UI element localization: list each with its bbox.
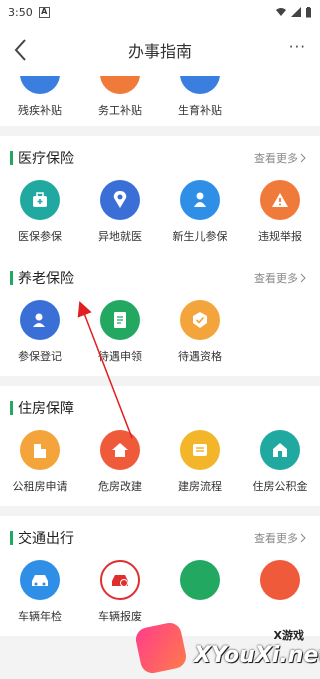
section-marker	[10, 151, 13, 165]
view-more-link[interactable]: 查看更多	[254, 270, 306, 286]
badge-check-icon	[180, 300, 220, 340]
medical-kit-icon	[20, 180, 60, 220]
car-alert-icon	[100, 560, 140, 600]
section-header: 交通出行 查看更多	[0, 516, 320, 560]
grid-item[interactable]: 违规举报	[240, 180, 320, 244]
view-more-label: 查看更多	[254, 272, 298, 285]
grid-item-label: 异地就医	[98, 230, 142, 243]
chevron-right-icon	[300, 273, 306, 283]
section-header: 养老保险 查看更多	[0, 256, 320, 300]
subsidy-grid: 残疾补贴 务工补贴 生育补贴	[0, 76, 240, 126]
grid-item-label: 住房公积金	[252, 480, 308, 493]
grid-item[interactable]: 公租房申请	[0, 430, 80, 494]
flow-icon	[180, 430, 220, 470]
building-icon	[20, 430, 60, 470]
more-menu-icon[interactable]: ···	[289, 38, 306, 56]
view-more-label: 查看更多	[254, 152, 298, 165]
watermark-big-text: XYouXi.net	[194, 643, 320, 668]
grid-item-label: 待遇申领	[98, 350, 142, 363]
newborn-icon	[180, 180, 220, 220]
grid-item-label: 车辆年检	[18, 610, 62, 623]
status-bar: 3:50 A	[0, 0, 320, 24]
section-marker	[10, 271, 13, 285]
section-grid: 公租房申请 危房改建 建房流程 住房公积金	[0, 430, 320, 506]
grid-item-label: 生育补贴	[178, 104, 222, 117]
register-icon	[20, 300, 60, 340]
chevron-right-icon	[300, 153, 306, 163]
traffic-icon	[260, 560, 300, 600]
signal-icon	[291, 7, 301, 17]
wifi-icon	[276, 8, 286, 16]
grid-item[interactable]: 务工补贴	[80, 76, 160, 118]
section-title: 医疗保险	[18, 151, 74, 167]
section-header: 医疗保险 查看更多	[0, 136, 320, 180]
grid-item-label: 残疾补贴	[18, 104, 62, 117]
status-time: 3:50	[8, 5, 33, 19]
section-medical: 医疗保险 查看更多 医保参保 异地就医 新生儿参保 违规举报	[0, 136, 320, 256]
grid-item-label: 参保登记	[18, 350, 62, 363]
section-title: 交通出行	[18, 531, 74, 547]
watermark-logo	[133, 620, 189, 676]
grid-item-label: 医保参保	[18, 230, 62, 243]
grid-item-label: 危房改建	[98, 480, 142, 493]
grid-item[interactable]: 残疾补贴	[0, 76, 80, 118]
grid-item[interactable]: 生育补贴	[160, 76, 240, 118]
grid-item-label: 建房流程	[178, 480, 222, 493]
app-screen: 3:50 A 办事指南 ··· 残疾补贴 务工补贴 生育补贴 医疗保险 查看更多…	[0, 0, 320, 679]
view-more-label: 查看更多	[254, 532, 298, 545]
nav-bar: 办事指南 ···	[0, 24, 320, 76]
work-icon	[100, 76, 140, 94]
house-icon	[100, 430, 140, 470]
section-housing: 住房保障 公租房申请 危房改建 建房流程 住房公积金	[0, 386, 320, 506]
house-fund-icon	[260, 430, 300, 470]
grid-item-label: 新生儿参保	[172, 230, 228, 243]
grid-item[interactable]: 住房公积金	[240, 430, 320, 494]
section-title: 养老保险	[18, 271, 74, 287]
disability-icon	[20, 76, 60, 94]
document-icon	[100, 300, 140, 340]
battery-icon	[306, 6, 311, 17]
subsidy-card: 残疾补贴 务工补贴 生育补贴	[0, 76, 320, 126]
view-more-link[interactable]: 查看更多	[254, 150, 306, 166]
grid-item-label: 待遇资格	[178, 350, 222, 363]
chevron-right-icon	[300, 533, 306, 543]
page-title: 办事指南	[127, 42, 192, 61]
section-header: 住房保障	[0, 386, 320, 430]
grid-item[interactable]: 医保参保	[0, 180, 80, 244]
notification-badge: A	[38, 6, 50, 18]
warning-icon	[260, 180, 300, 220]
view-more-link[interactable]: 查看更多	[254, 530, 306, 546]
grid-item[interactable]: 参保登记	[0, 300, 80, 364]
grid-item[interactable]: 危房改建	[80, 430, 160, 494]
section-grid: 医保参保 异地就医 新生儿参保 违规举报	[0, 180, 320, 256]
watermark: X游戏 XYouXi.net	[130, 615, 320, 679]
traffic-icon	[180, 560, 220, 600]
location-person-icon	[100, 180, 140, 220]
grid-item[interactable]: 新生儿参保	[160, 180, 240, 244]
status-icons	[275, 6, 312, 18]
section-marker	[10, 531, 13, 545]
grid-item-label: 务工补贴	[98, 104, 142, 117]
car-icon	[20, 560, 60, 600]
baby-icon	[180, 76, 220, 94]
grid-item[interactable]: 待遇资格	[160, 300, 240, 364]
grid-item[interactable]: 待遇申领	[80, 300, 160, 364]
grid-item-label: 公租房申请	[12, 480, 68, 493]
section-grid: 参保登记 待遇申领 待遇资格	[0, 300, 320, 376]
grid-item[interactable]: 异地就医	[80, 180, 160, 244]
back-arrow-icon[interactable]	[10, 36, 34, 64]
section-title: 住房保障	[18, 401, 74, 417]
watermark-small-text: X游戏	[273, 629, 304, 642]
grid-item[interactable]: 建房流程	[160, 430, 240, 494]
grid-item[interactable]: 车辆年检	[0, 560, 80, 624]
section-marker	[10, 401, 13, 415]
grid-item-label: 违规举报	[258, 230, 302, 243]
section-pension: 养老保险 查看更多 参保登记 待遇申领 待遇资格	[0, 256, 320, 376]
